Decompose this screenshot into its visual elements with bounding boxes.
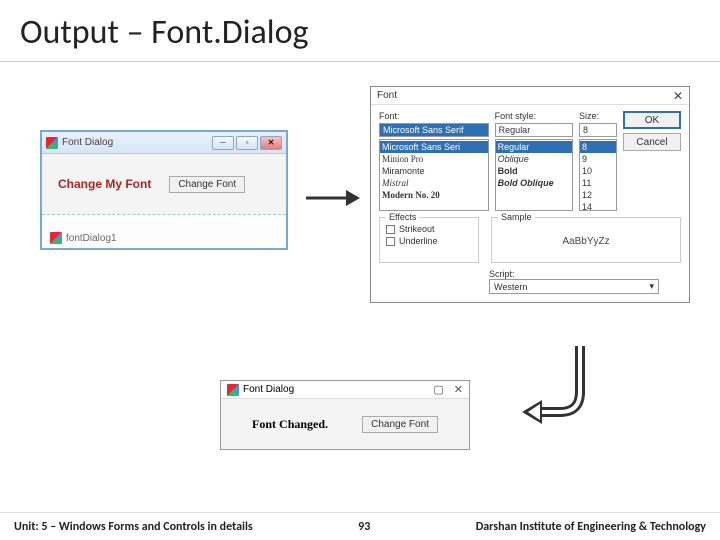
font-label: Font: bbox=[379, 111, 489, 121]
font-style-input[interactable]: Regular bbox=[495, 123, 573, 137]
close-icon[interactable]: ✕ bbox=[673, 89, 683, 103]
footer-page-number: 93 bbox=[358, 520, 370, 534]
fontdialog-component-label: fontDialog1 bbox=[66, 233, 117, 244]
slide-footer: Unit: 5 – Windows Forms and Controls in … bbox=[0, 512, 720, 540]
font-style-label: Font style: bbox=[495, 111, 573, 121]
effects-legend: Effects bbox=[386, 212, 419, 222]
chevron-down-icon: ▾ bbox=[649, 281, 654, 292]
list-item[interactable]: Bold Oblique bbox=[498, 177, 570, 189]
close-icon[interactable]: ✕ bbox=[454, 383, 463, 396]
cancel-button[interactable]: Cancel bbox=[623, 133, 681, 151]
change-font-button[interactable]: Change Font bbox=[362, 416, 438, 433]
list-item[interactable]: Microsoft Sans Seri bbox=[380, 141, 488, 153]
list-item[interactable]: 9 bbox=[582, 153, 614, 165]
demo-window-after: Font Dialog ▢ ✕ Font Changed. Change Fon… bbox=[220, 380, 470, 450]
sample-group: Sample AaBbYyZz bbox=[491, 217, 681, 263]
footer-unit: Unit: 5 – Windows Forms and Controls in … bbox=[14, 520, 253, 534]
effects-group: Effects Strikeout Underline bbox=[379, 217, 479, 263]
font-changed-label: Font Changed. bbox=[252, 417, 328, 432]
list-item[interactable]: 14 bbox=[582, 201, 614, 211]
script-value: Western bbox=[494, 282, 527, 292]
font-dialog: Font ✕ Font: Microsoft Sans Serif Micros… bbox=[370, 86, 690, 303]
app-icon bbox=[46, 137, 58, 149]
window-title: Font Dialog bbox=[62, 137, 113, 148]
list-item[interactable]: 8 bbox=[580, 141, 616, 153]
font-input[interactable]: Microsoft Sans Serif bbox=[379, 123, 489, 137]
change-font-button[interactable]: Change Font bbox=[169, 176, 245, 193]
titlebar: Font Dialog ─ ▫ ✕ bbox=[42, 132, 286, 154]
font-dialog-title: Font bbox=[377, 90, 397, 101]
sample-text: AaBbYyZz bbox=[562, 236, 609, 247]
maximize-button[interactable]: ▫ bbox=[236, 136, 258, 150]
size-input[interactable]: 8 bbox=[579, 123, 617, 137]
list-item[interactable]: Modern No. 20 bbox=[382, 189, 486, 201]
list-item[interactable]: Minion Pro bbox=[382, 153, 486, 165]
arrow-right-icon bbox=[302, 178, 362, 218]
list-item[interactable]: Regular bbox=[496, 141, 572, 153]
script-label: Script: bbox=[489, 269, 515, 279]
strikeout-checkbox[interactable] bbox=[386, 225, 395, 234]
slide-title: Output – Font.Dialog bbox=[0, 0, 720, 62]
demo-window-before: Font Dialog ─ ▫ ✕ Change My Font Change … bbox=[40, 130, 288, 250]
list-item[interactable]: 11 bbox=[582, 177, 614, 189]
app-icon bbox=[227, 384, 239, 396]
strikeout-label: Strikeout bbox=[399, 224, 435, 234]
size-label: Size: bbox=[579, 111, 617, 121]
font-listbox[interactable]: Microsoft Sans Seri Minion Pro Miramonte… bbox=[379, 139, 489, 211]
underline-label: Underline bbox=[399, 236, 438, 246]
list-item[interactable]: Mistral bbox=[382, 177, 486, 189]
fontdialog-component-icon bbox=[50, 232, 62, 244]
script-select[interactable]: Western ▾ bbox=[489, 279, 659, 294]
list-item[interactable]: Oblique bbox=[498, 153, 570, 165]
arrow-down-curve-icon bbox=[520, 342, 600, 432]
window-title: Font Dialog bbox=[243, 384, 294, 395]
list-item[interactable]: Miramonte bbox=[382, 165, 486, 177]
titlebar: Font Dialog ▢ ✕ bbox=[221, 381, 469, 399]
minimize-button[interactable]: ─ bbox=[212, 136, 234, 150]
list-item[interactable]: Bold bbox=[498, 165, 570, 177]
change-my-font-label: Change My Font bbox=[58, 177, 151, 191]
list-item[interactable]: 12 bbox=[582, 189, 614, 201]
list-item[interactable]: 10 bbox=[582, 165, 614, 177]
ok-button[interactable]: OK bbox=[623, 111, 681, 129]
font-dialog-titlebar: Font ✕ bbox=[371, 87, 689, 105]
underline-checkbox[interactable] bbox=[386, 237, 395, 246]
close-button[interactable]: ✕ bbox=[260, 136, 282, 150]
size-listbox[interactable]: 8 9 10 11 12 14 16 bbox=[579, 139, 617, 211]
sample-legend: Sample bbox=[498, 212, 535, 222]
maximize-icon[interactable]: ▢ bbox=[433, 383, 443, 396]
font-style-listbox[interactable]: Regular Oblique Bold Bold Oblique bbox=[495, 139, 573, 211]
footer-institute: Darshan Institute of Engineering & Techn… bbox=[476, 520, 706, 534]
component-tray: fontDialog1 bbox=[42, 214, 286, 248]
